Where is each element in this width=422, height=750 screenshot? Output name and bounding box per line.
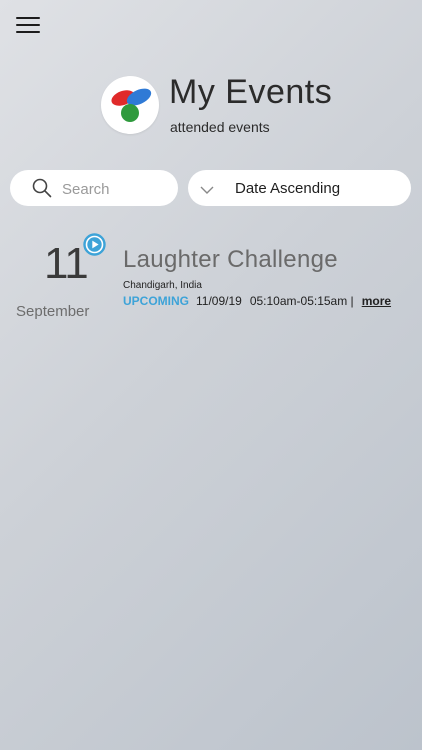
more-link[interactable]: more — [362, 294, 391, 308]
page-subtitle: attended events — [170, 119, 270, 135]
play-icon[interactable] — [83, 233, 106, 256]
hamburger-menu-icon[interactable] — [16, 17, 40, 37]
search-bar[interactable] — [10, 170, 178, 206]
event-location: Chandigarh, India — [123, 280, 202, 291]
sort-selected-label: Date Ascending — [235, 180, 341, 197]
event-list-item[interactable]: 11 September Laughter Challenge Chandiga… — [0, 232, 422, 332]
sort-dropdown[interactable]: Date Ascending — [188, 170, 411, 206]
search-input[interactable] — [60, 176, 174, 202]
event-date: 11/09/19 — [196, 294, 242, 308]
event-month: September — [16, 303, 90, 320]
chevron-down-icon — [200, 182, 214, 200]
event-title[interactable]: Laughter Challenge — [123, 245, 338, 275]
app-logo — [101, 76, 159, 134]
status-badge: UPCOMING — [123, 294, 189, 308]
event-time: 05:10am-05:15am | — [249, 294, 354, 308]
event-meta: UPCOMING 11/09/19 05:10am-05:15am | more — [123, 294, 391, 308]
event-day: 11 — [44, 239, 89, 288]
search-icon — [32, 178, 52, 203]
page-title: My Events — [169, 73, 333, 111]
